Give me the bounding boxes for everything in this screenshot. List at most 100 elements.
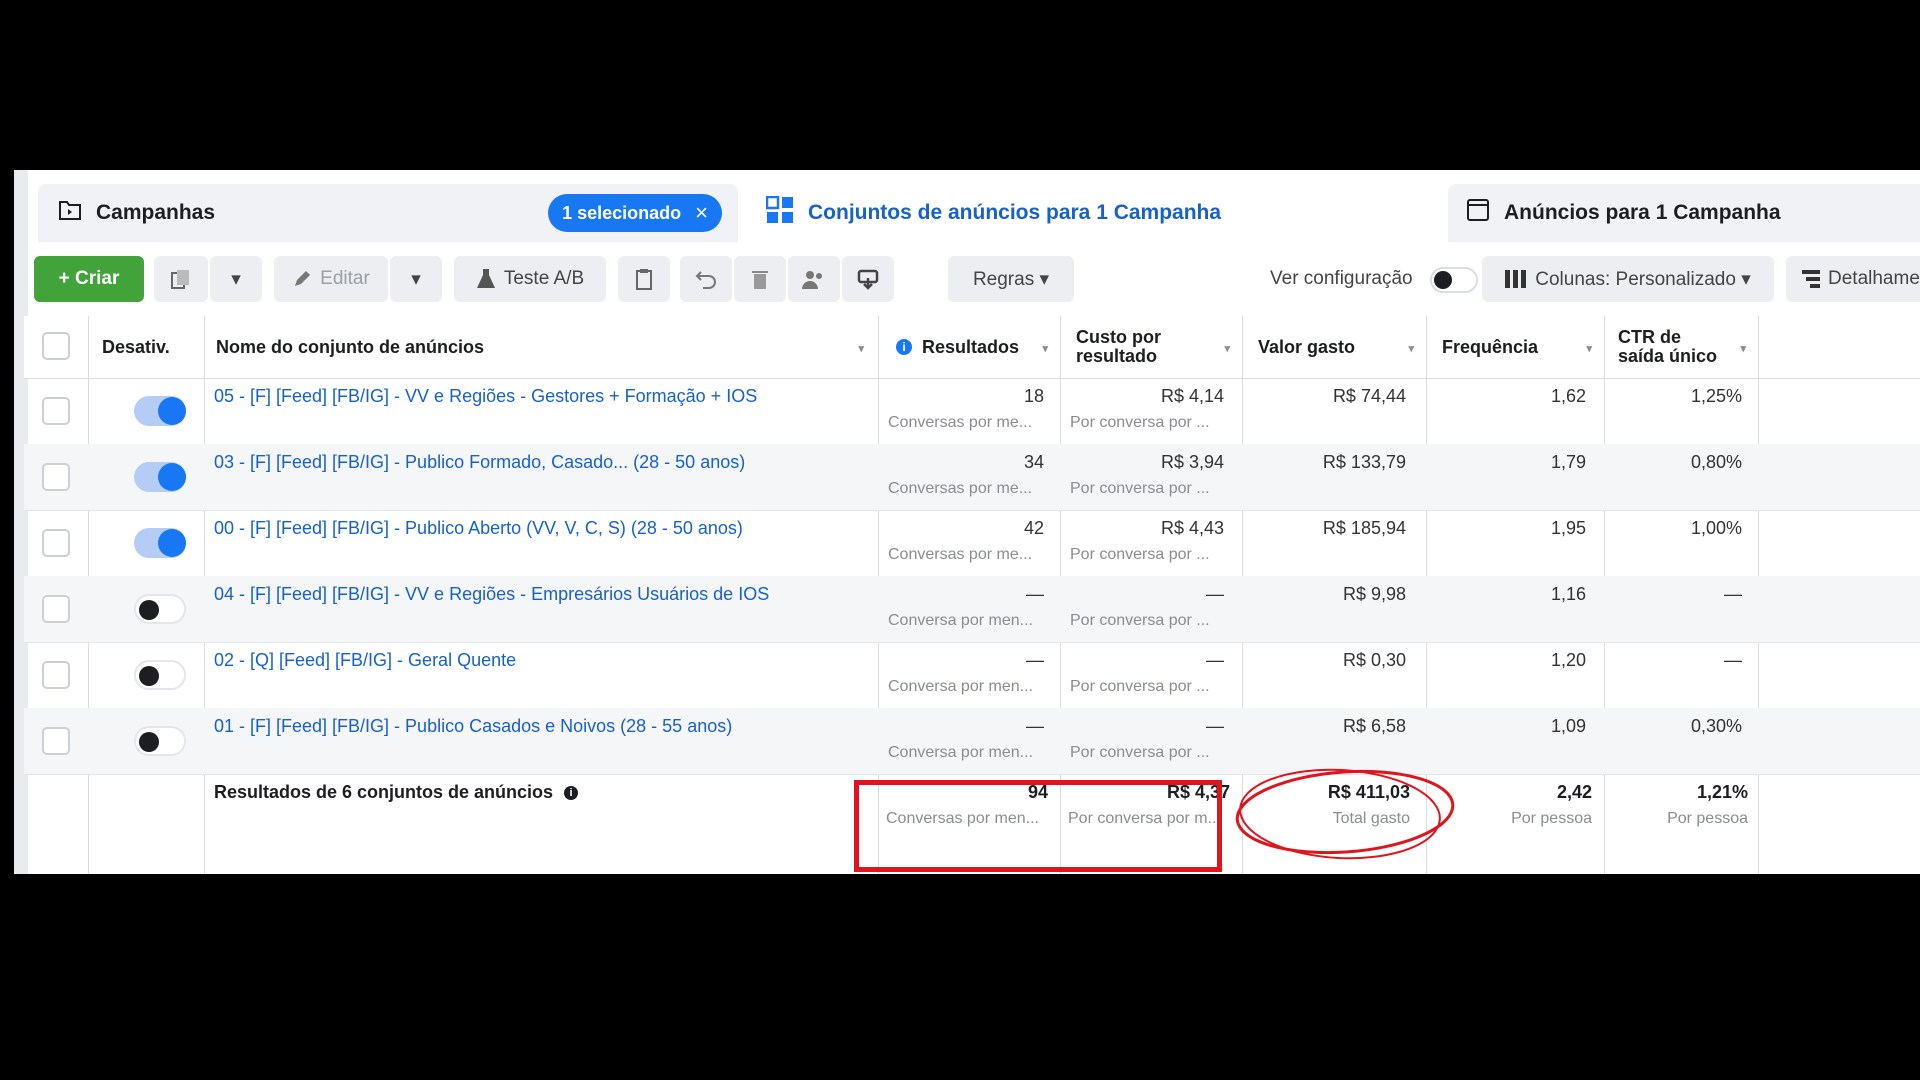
header-spent[interactable]: Valor gasto ▾ bbox=[1244, 316, 1426, 378]
toggle-knob bbox=[158, 463, 186, 491]
header-frequency[interactable]: Frequência ▾ bbox=[1428, 316, 1604, 378]
header-cost[interactable]: Custo por resultado ▾ bbox=[1062, 316, 1242, 378]
delivery-toggle[interactable] bbox=[134, 726, 186, 756]
ctr-value: — bbox=[1724, 650, 1742, 670]
view-config-toggle[interactable] bbox=[1430, 267, 1478, 293]
cost-sub: Por conversa por ... bbox=[1070, 612, 1210, 629]
ctr-value: 1,25% bbox=[1690, 386, 1742, 406]
toggle-knob bbox=[139, 600, 159, 620]
delivery-toggle[interactable] bbox=[134, 462, 186, 492]
table-row[interactable]: 04 - [F] [Feed] [FB/IG] - VV e Regiões -… bbox=[24, 576, 1920, 643]
tab-campaigns[interactable]: Campanhas 1 selecionado × bbox=[38, 184, 738, 242]
table-row[interactable]: 02 - [Q] [Feed] [FB/IG] - Geral Quente — C… bbox=[24, 642, 1920, 709]
sort-icon: ▾ bbox=[858, 343, 864, 355]
breakdown-button[interactable]: Detalhamento bbox=[1786, 256, 1920, 302]
totals-label: Resultados de 6 conjuntos de anúncios i bbox=[214, 782, 579, 803]
clipboard-button[interactable] bbox=[618, 256, 670, 302]
table-row[interactable]: 00 - [F] [Feed] [FB/IG] - Publico Aberto… bbox=[24, 510, 1920, 577]
edit-button[interactable]: Editar bbox=[274, 256, 388, 302]
adset-name-link[interactable]: 00 - [F] [Feed] [FB/IG] - Publico Aberto… bbox=[214, 518, 743, 539]
preview-button[interactable] bbox=[842, 256, 894, 302]
delivery-toggle[interactable] bbox=[134, 528, 186, 558]
header-off[interactable]: Desativ. bbox=[100, 316, 190, 378]
header-ctr[interactable]: CTR de saída único ▾ bbox=[1606, 316, 1758, 378]
toggle-knob bbox=[158, 529, 186, 557]
table-row[interactable]: 03 - [F] [Feed] [FB/IG] - Publico Formad… bbox=[24, 444, 1920, 511]
chevron-down-icon: ▾ bbox=[231, 268, 241, 290]
delete-button[interactable] bbox=[734, 256, 786, 302]
spent-value: R$ 185,94 bbox=[1322, 518, 1406, 538]
preview-icon bbox=[857, 269, 879, 290]
table-row[interactable]: 01 - [F] [Feed] [FB/IG] - Publico Casado… bbox=[24, 708, 1920, 775]
results-value: — bbox=[1026, 716, 1044, 736]
highlight-box bbox=[854, 780, 1222, 872]
results-value: 34 bbox=[1023, 452, 1044, 472]
cost-value: — bbox=[1206, 716, 1224, 736]
info-icon: i bbox=[896, 339, 912, 355]
highlight-ellipse bbox=[1235, 768, 1455, 860]
edit-dropdown[interactable]: ▾ bbox=[390, 256, 442, 302]
totals-ctr-sub: Por pessoa bbox=[1667, 810, 1748, 827]
row-checkbox[interactable] bbox=[42, 595, 70, 623]
adset-name-link[interactable]: 03 - [F] [Feed] [FB/IG] - Publico Formad… bbox=[214, 452, 745, 473]
results-sub: Conversas por me... bbox=[888, 546, 1033, 563]
delivery-toggle[interactable] bbox=[134, 660, 186, 690]
create-button[interactable]: + Criar bbox=[34, 256, 144, 302]
header-results[interactable]: i Resultados ▾ bbox=[880, 316, 1060, 378]
spent-value: R$ 9,98 bbox=[1342, 584, 1406, 604]
adset-name-link[interactable]: 05 - [F] [Feed] [FB/IG] - VV e Regiões -… bbox=[214, 386, 757, 407]
table-row[interactable]: 05 - [F] [Feed] [FB/IG] - VV e Regiões -… bbox=[24, 378, 1920, 445]
grid-icon bbox=[765, 195, 794, 230]
people-icon bbox=[802, 271, 822, 289]
close-icon[interactable]: × bbox=[695, 200, 708, 226]
audience-button[interactable] bbox=[788, 256, 840, 302]
select-all-checkbox[interactable] bbox=[42, 332, 70, 360]
results-sub: Conversas por me... bbox=[888, 480, 1033, 497]
selection-badge[interactable]: 1 selecionado × bbox=[548, 194, 722, 232]
header-name[interactable]: Nome do conjunto de anúncios ▾ bbox=[216, 316, 876, 378]
adset-name-link[interactable]: 02 - [Q] [Feed] [FB/IG] - Geral Quente bbox=[214, 650, 516, 671]
cost-value: R$ 4,14 bbox=[1160, 386, 1224, 406]
duplicate-dropdown[interactable]: ▾ bbox=[210, 256, 262, 302]
rules-button[interactable]: Regras ▾ bbox=[948, 256, 1074, 302]
columns-icon bbox=[1505, 270, 1527, 288]
frequency-value: 1,20 bbox=[1550, 650, 1586, 670]
delivery-toggle[interactable] bbox=[134, 396, 186, 426]
row-checkbox[interactable] bbox=[42, 529, 70, 557]
breakdown-icon bbox=[1802, 270, 1820, 288]
toggle-knob bbox=[139, 732, 159, 752]
sort-icon: ▾ bbox=[1042, 343, 1048, 355]
columns-button[interactable]: Colunas: Personalizado ▾ bbox=[1482, 256, 1774, 302]
tab-ads[interactable]: Anúncios para 1 Campanha bbox=[1448, 184, 1920, 242]
header-name-label: Nome do conjunto de anúncios bbox=[216, 336, 485, 357]
selection-badge-label: 1 selecionado bbox=[562, 202, 682, 223]
delivery-toggle[interactable] bbox=[134, 594, 186, 624]
adset-name-link[interactable]: 04 - [F] [Feed] [FB/IG] - VV e Regiões -… bbox=[214, 584, 769, 605]
header-ctr-label: CTR de saída único bbox=[1618, 328, 1717, 366]
undo-button[interactable] bbox=[680, 256, 732, 302]
cost-sub: Por conversa por ... bbox=[1070, 744, 1210, 761]
breakdown-label: Detalhamento bbox=[1828, 268, 1920, 289]
clipboard-icon bbox=[636, 269, 652, 290]
ctr-value: 0,30% bbox=[1690, 716, 1742, 736]
create-label: + Criar bbox=[58, 268, 120, 289]
rules-label: Regras ▾ bbox=[972, 268, 1050, 290]
ads-manager-panel: Campanhas 1 selecionado × Conjuntos de a… bbox=[14, 170, 1920, 874]
results-sub: Conversas por me... bbox=[888, 414, 1033, 431]
cost-value: — bbox=[1206, 584, 1224, 604]
ctr-value: — bbox=[1724, 584, 1742, 604]
row-checkbox[interactable] bbox=[42, 463, 70, 491]
adset-name-link[interactable]: 01 - [F] [Feed] [FB/IG] - Publico Casado… bbox=[214, 716, 732, 737]
row-checkbox[interactable] bbox=[42, 727, 70, 755]
header-cost-label: Custo por resultado bbox=[1076, 328, 1161, 366]
totals-frequency: 2,42 bbox=[1556, 782, 1592, 802]
tab-adsets[interactable]: Conjuntos de anúncios para 1 Campanha bbox=[748, 184, 1438, 242]
ab-test-button[interactable]: Teste A/B bbox=[454, 256, 606, 302]
sort-icon: ▾ bbox=[1586, 343, 1592, 355]
row-checkbox[interactable] bbox=[42, 661, 70, 689]
duplicate-button[interactable] bbox=[154, 256, 208, 302]
pencil-icon bbox=[295, 271, 311, 286]
sort-icon: ▾ bbox=[1224, 343, 1230, 355]
frequency-value: 1,62 bbox=[1550, 386, 1586, 406]
row-checkbox[interactable] bbox=[42, 397, 70, 425]
